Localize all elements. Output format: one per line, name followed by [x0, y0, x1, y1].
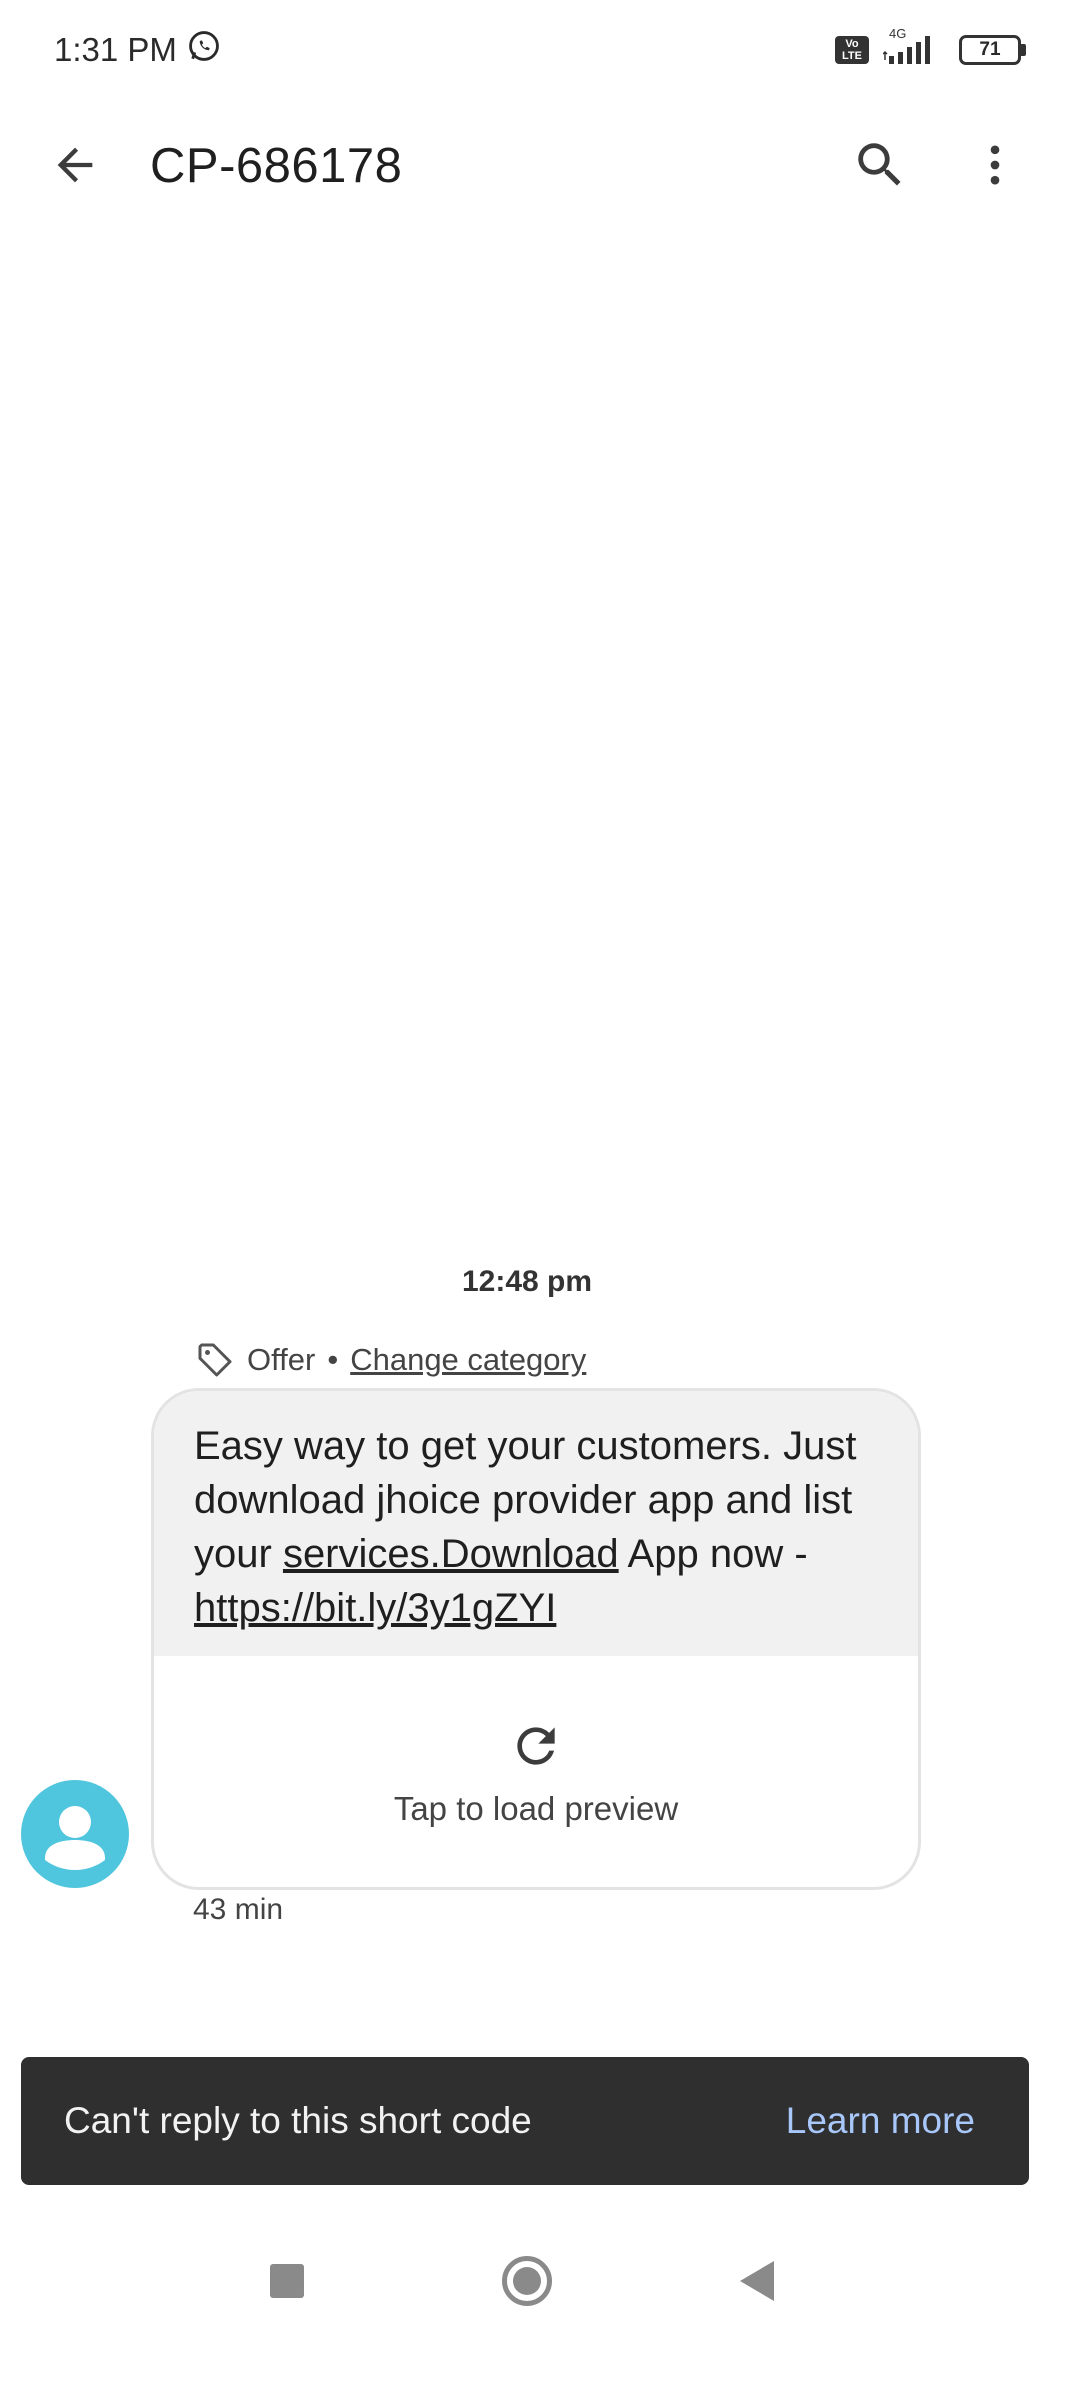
back-button[interactable] — [40, 130, 110, 200]
category-row: Offer • Change category — [195, 1338, 586, 1382]
conversation-title: CP-686178 — [150, 139, 403, 193]
learn-more-button[interactable]: Learn more — [786, 2100, 975, 2142]
message-text-part2: App now - — [618, 1532, 808, 1576]
search-button[interactable] — [845, 130, 915, 200]
battery-icon: 71 — [959, 35, 1026, 65]
app-bar: CP-686178 — [0, 100, 1080, 230]
arrow-back-icon — [57, 147, 93, 183]
refresh-icon — [517, 1727, 555, 1765]
snackbar-text: Can't reply to this short code — [64, 2100, 532, 2141]
category-label: Offer — [247, 1342, 316, 1377]
status-right: Vo LTE 4G 71 — [835, 26, 1026, 74]
date-divider: 12:48 pm — [461, 1265, 593, 1298]
person-icon — [45, 1806, 105, 1870]
preview-label: Tap to load preview — [393, 1790, 679, 1827]
status-left: 1:31 PM — [54, 29, 221, 71]
network-type: 4G — [889, 26, 906, 41]
navigation-bar — [0, 2207, 1080, 2400]
status-time: 1:31 PM — [54, 31, 177, 68]
more-options-button[interactable] — [960, 130, 1030, 200]
message-text: Easy way to get your customers. Just dow… — [154, 1391, 918, 1656]
home-button[interactable] — [502, 2256, 552, 2306]
services-download-link[interactable]: services.Download — [283, 1532, 619, 1576]
whatsapp-icon — [187, 29, 221, 71]
link-preview[interactable]: Tap to load preview — [154, 1656, 918, 1887]
snackbar: Can't reply to this short code Learn mor… — [21, 2057, 1029, 2185]
recent-apps-button[interactable] — [270, 2264, 304, 2298]
label-tag-icon — [198, 1343, 232, 1377]
nav-back-button[interactable] — [740, 2261, 774, 2301]
bitly-link[interactable]: https://bit.ly/3y1gZYI — [194, 1586, 556, 1630]
search-icon — [858, 143, 901, 186]
message-bubble[interactable]: Easy way to get your customers. Just dow… — [151, 1388, 921, 1890]
avatar[interactable] — [21, 1780, 129, 1888]
signal-icon: 4G — [882, 26, 945, 74]
volte-icon: Vo LTE — [835, 36, 869, 64]
status-bar: 1:31 PM Vo LTE 4G 71 — [0, 0, 1080, 100]
category-separator: • — [327, 1342, 339, 1377]
battery-level: 71 — [959, 35, 1021, 65]
change-category-link[interactable]: Change category — [350, 1342, 586, 1378]
more-vert-icon — [990, 145, 1000, 185]
message-time: 43 min — [193, 1893, 284, 1926]
